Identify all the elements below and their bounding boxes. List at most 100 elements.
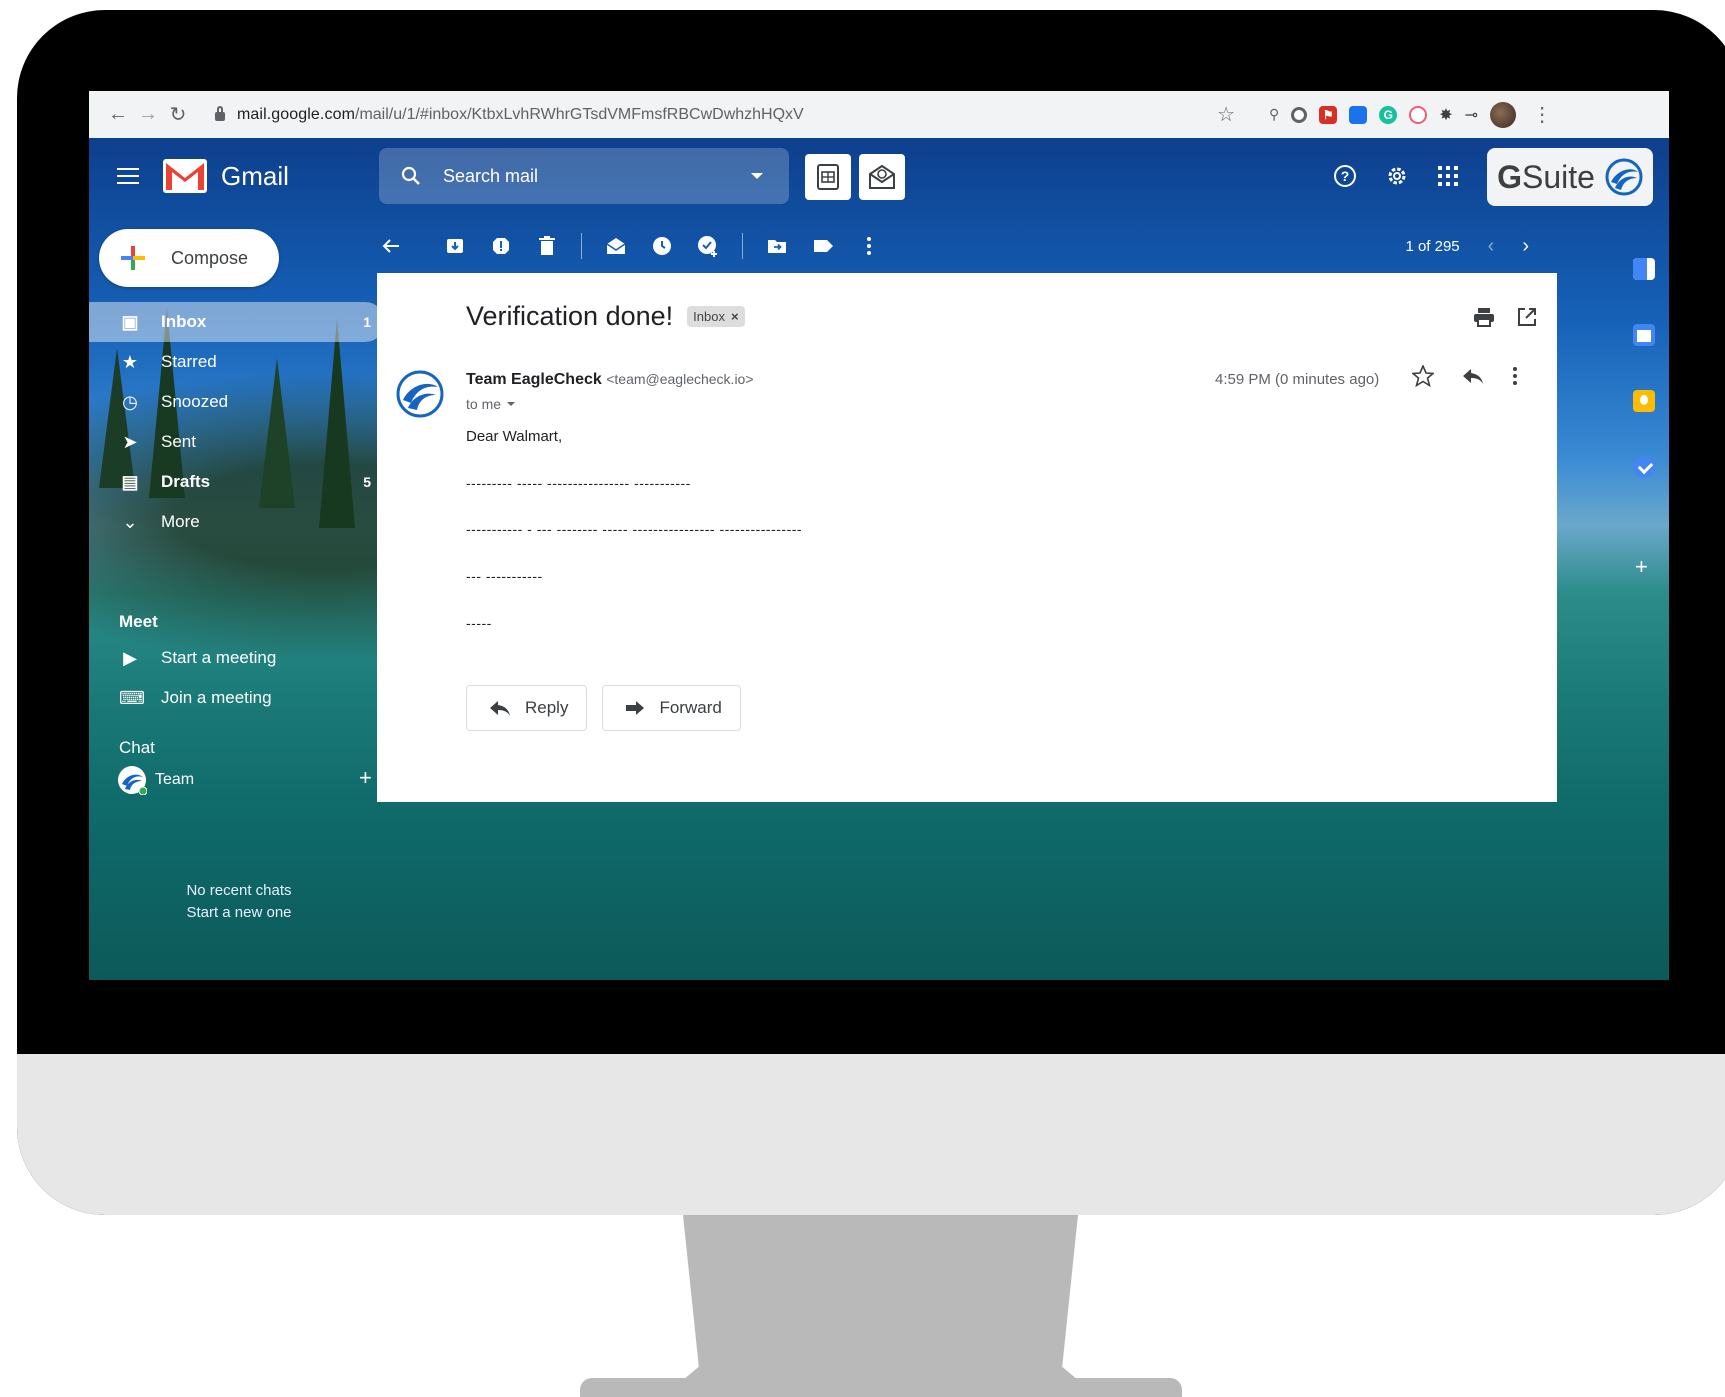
sidebar-item-snoozed[interactable]: ◷ Snoozed xyxy=(89,382,385,422)
inbox-icon: ▣ xyxy=(121,311,139,332)
sidebar-item-inbox[interactable]: ▣ Inbox 1 xyxy=(89,302,385,342)
grammarly-icon[interactable]: G xyxy=(1379,105,1398,124)
sidebar-item-starred[interactable]: ★ Starred xyxy=(89,342,385,382)
compose-plus-icon xyxy=(121,246,145,270)
star-icon: ★ xyxy=(121,351,139,372)
extension-pink-icon[interactable] xyxy=(1409,105,1428,124)
zoom-icon[interactable]: ⚲ xyxy=(1269,106,1279,123)
back-arrow-icon[interactable]: ← xyxy=(103,103,133,126)
sidebar-item-drafts[interactable]: ▤ Drafts 5 xyxy=(89,462,385,502)
reply-arrow-icon[interactable] xyxy=(1462,367,1484,385)
compose-button[interactable]: Compose xyxy=(99,229,279,287)
delete-trash-icon[interactable] xyxy=(535,234,559,258)
message-body-line: --- ----------- xyxy=(466,568,543,584)
browser-menu-icon[interactable]: ⋮ xyxy=(1532,102,1552,127)
tasks-icon[interactable] xyxy=(1633,456,1655,478)
calendar-icon[interactable] xyxy=(1633,324,1655,346)
reply-label: Reply xyxy=(525,698,569,717)
key-icon[interactable]: ⊸ xyxy=(1465,105,1478,125)
back-to-inbox-icon[interactable] xyxy=(379,234,403,258)
gmail-m-icon xyxy=(163,159,207,193)
move-to-icon[interactable] xyxy=(765,234,789,258)
archive-icon[interactable] xyxy=(443,234,467,258)
chevron-down-icon: ⌄ xyxy=(122,511,138,532)
print-icon[interactable] xyxy=(1473,307,1495,327)
add-to-tasks-icon[interactable] xyxy=(696,234,720,258)
label-tag-icon[interactable] xyxy=(811,234,835,258)
search-options-icon[interactable] xyxy=(751,173,763,179)
message-body-line: ----------- - --- -------- ----- -------… xyxy=(466,521,803,537)
mail-extension-button[interactable] xyxy=(859,154,905,200)
compose-label: Compose xyxy=(171,247,249,268)
docs-addon-icon[interactable] xyxy=(1633,258,1655,280)
older-chevron-icon[interactable]: › xyxy=(1522,235,1529,258)
puzzle-icon[interactable]: ✸ xyxy=(1439,105,1452,125)
toolbar-divider xyxy=(581,233,582,259)
chat-contact-label: Team xyxy=(155,771,195,788)
bookmark-star-icon[interactable]: ☆ xyxy=(1217,102,1235,127)
forward-button[interactable]: Forward xyxy=(602,685,741,731)
sidebar-item-more[interactable]: ⌄ More xyxy=(89,502,385,542)
remove-label-icon[interactable]: × xyxy=(731,309,739,324)
svg-text:?: ? xyxy=(1341,168,1350,184)
newer-chevron-icon[interactable]: ‹ xyxy=(1488,235,1495,258)
start-meeting-item[interactable]: ▶ Start a meeting xyxy=(89,638,385,678)
monitor-chin xyxy=(17,1054,1725,1215)
message-subject-row: Verification done! Inbox × xyxy=(466,301,745,332)
forward-arrow-icon[interactable]: → xyxy=(133,103,163,126)
snooze-clock-icon[interactable] xyxy=(650,234,674,258)
apps-grid-icon[interactable] xyxy=(1437,165,1459,187)
sender-line: Team EagleCheck <team@eaglecheck.io> xyxy=(466,371,754,389)
lock-icon xyxy=(215,106,225,121)
toolbar-divider xyxy=(742,233,743,259)
add-chat-icon[interactable]: + xyxy=(359,765,372,791)
eagle-avatar-icon xyxy=(118,766,147,795)
recipient-text: to me xyxy=(466,396,502,412)
search-input[interactable]: Search mail xyxy=(443,166,751,187)
star-message-icon[interactable] xyxy=(1412,365,1434,387)
sidebar-item-label: More xyxy=(161,512,200,531)
help-icon[interactable]: ? xyxy=(1333,164,1357,188)
report-spam-icon[interactable] xyxy=(489,234,513,258)
monitor-stand-base xyxy=(580,1378,1182,1397)
keep-icon[interactable] xyxy=(1633,390,1655,412)
profile-avatar[interactable] xyxy=(1490,101,1517,128)
gsuite-account-button[interactable]: G Suite xyxy=(1487,148,1653,206)
recipient-details[interactable]: to me xyxy=(466,396,516,412)
inbox-label-chip[interactable]: Inbox × xyxy=(687,306,745,327)
draft-icon: ▤ xyxy=(121,471,139,492)
reply-button[interactable]: Reply xyxy=(466,685,588,731)
gmail-logo[interactable]: Gmail xyxy=(163,159,289,193)
extension-red-icon[interactable]: ⚑ xyxy=(1319,105,1338,124)
message-more-icon[interactable] xyxy=(1512,366,1518,386)
extension-circle-icon[interactable] xyxy=(1291,106,1308,123)
message-view: Verification done! Inbox × Team EagleChe… xyxy=(377,273,1557,802)
open-in-new-window-icon[interactable] xyxy=(1517,307,1537,327)
more-actions-icon[interactable] xyxy=(857,234,881,258)
page-count: 1 of 295 xyxy=(1405,237,1460,255)
url-path: /mail/u/1/#inbox/KtbxLvhRWhrGTsdVMFmsfRB… xyxy=(355,105,804,123)
sender-name[interactable]: Team EagleCheck xyxy=(466,371,602,388)
mark-unread-icon[interactable] xyxy=(604,234,628,258)
start-new-chat-link[interactable]: Start a new one xyxy=(149,902,329,924)
main-menu-icon[interactable] xyxy=(117,168,139,184)
no-recent-chats-text: No recent chats xyxy=(186,882,292,899)
browser-toolbar: ← → ↻ mail.google.com/mail/u/1/#inbox/Kt… xyxy=(89,91,1669,138)
address-bar[interactable]: mail.google.com/mail/u/1/#inbox/KtbxLvhR… xyxy=(203,97,1247,132)
clock-icon: ◷ xyxy=(122,391,138,412)
reply-forward-row: Reply Forward xyxy=(466,685,741,731)
settings-gear-icon[interactable] xyxy=(1385,164,1409,188)
sender-avatar[interactable] xyxy=(395,369,445,419)
message-top-actions xyxy=(1473,307,1537,327)
reload-icon[interactable]: ↻ xyxy=(163,102,193,127)
sidebar-item-sent[interactable]: ➤ Sent xyxy=(89,422,385,462)
pagination: 1 of 295 ‹ › xyxy=(1405,228,1529,264)
chat-contact-team[interactable]: Team xyxy=(117,765,194,795)
message-subject: Verification done! xyxy=(466,301,674,331)
join-meeting-item[interactable]: ⌨ Join a meeting xyxy=(89,678,385,718)
screen: ← → ↻ mail.google.com/mail/u/1/#inbox/Kt… xyxy=(89,91,1669,980)
get-addons-plus-icon[interactable]: + xyxy=(1635,554,1648,580)
extension-blue-icon[interactable] xyxy=(1349,105,1368,124)
sheet-extension-button[interactable] xyxy=(805,154,851,200)
search-bar[interactable]: Search mail xyxy=(379,148,789,204)
